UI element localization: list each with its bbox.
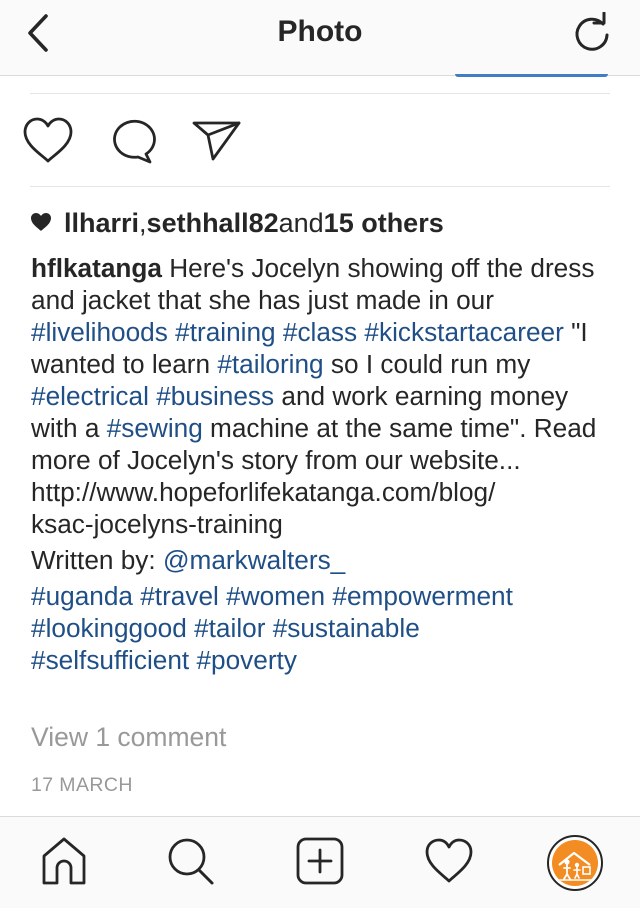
share-button[interactable] xyxy=(192,119,242,163)
written-by-line: Written by: @markwalters_ xyxy=(31,544,616,576)
hashtag[interactable]: #electrical xyxy=(31,381,149,411)
hashtag-line: #selfsufficient #poverty xyxy=(31,644,616,676)
caption-url: http://www.hopeforlifekatanga.com/blog/ xyxy=(31,477,496,507)
comment-button[interactable] xyxy=(107,118,157,164)
caption-text: so I could run my xyxy=(323,349,531,379)
refresh-icon xyxy=(575,11,609,51)
hashtag-line: #uganda #travel #women #empowerment xyxy=(31,580,616,612)
hashtag[interactable]: #lookinggood xyxy=(31,613,187,643)
tab-search[interactable] xyxy=(166,835,216,892)
home-icon xyxy=(42,837,86,885)
caption-url: ksac-jocelyns-training xyxy=(31,509,283,539)
hashtag[interactable]: #tailor xyxy=(194,613,265,643)
hashtag[interactable]: #kickstartacareer xyxy=(364,317,563,347)
liker-username[interactable]: sethhall82 xyxy=(147,208,279,239)
hashtag[interactable]: #women xyxy=(226,581,325,611)
hashtag[interactable]: #business xyxy=(156,381,274,411)
hashtag[interactable]: #tailoring xyxy=(217,349,323,379)
hashtag[interactable]: #travel xyxy=(140,581,219,611)
tab-new-post[interactable] xyxy=(295,835,345,892)
hashtag[interactable]: #training xyxy=(175,317,275,347)
caption-username[interactable]: hflkatanga xyxy=(31,253,162,283)
hashtag[interactable]: #empowerment xyxy=(332,581,513,611)
view-comments-link[interactable]: View 1 comment xyxy=(31,722,226,753)
tab-profile[interactable] xyxy=(547,835,603,891)
liker-username[interactable]: llharri xyxy=(64,208,139,239)
tab-activity[interactable] xyxy=(424,835,474,892)
hashtag[interactable]: #poverty xyxy=(196,645,296,675)
hashtag[interactable]: #selfsufficient xyxy=(31,645,189,675)
likes-separator: , xyxy=(139,207,147,238)
hashtag[interactable]: #class xyxy=(283,317,357,347)
mention-link[interactable]: @markwalters_ xyxy=(163,545,345,575)
likes-others-link[interactable]: 15 others xyxy=(324,208,444,239)
likes-and-text: and xyxy=(278,207,324,238)
post-caption: hflkatanga Here's Jocelyn showing off th… xyxy=(31,252,616,676)
refresh-button[interactable] xyxy=(570,11,614,56)
comment-bubble-icon xyxy=(113,119,156,164)
hashtag-block: #uganda #travel #women #empowerment #loo… xyxy=(31,580,616,676)
page-title: Photo xyxy=(277,15,363,48)
divider xyxy=(30,186,610,187)
hashtag[interactable]: #sewing xyxy=(107,413,203,443)
profile-avatar xyxy=(552,840,598,886)
hashtag[interactable]: #sustainable xyxy=(273,613,420,643)
button-edge xyxy=(455,74,608,77)
tab-home[interactable] xyxy=(40,835,88,892)
search-icon xyxy=(168,838,214,885)
heart-icon xyxy=(23,117,73,163)
hashtag[interactable]: #livelihoods xyxy=(31,317,168,347)
heart-icon xyxy=(425,838,473,883)
bottom-tab-bar xyxy=(0,816,640,908)
hashtag-line: #lookinggood #tailor #sustainable xyxy=(31,612,616,644)
add-post-icon xyxy=(296,837,344,885)
like-button[interactable] xyxy=(22,117,74,165)
heart-icon xyxy=(30,208,52,239)
likes-summary: llharri, sethhall82 and 15 others xyxy=(30,203,444,243)
paper-plane-icon xyxy=(192,121,241,161)
written-by-label: Written by: xyxy=(31,545,163,575)
top-navigation-bar: Photo xyxy=(0,0,640,77)
post-timestamp: 17 MARCH xyxy=(31,774,133,796)
divider xyxy=(30,93,610,94)
hashtag[interactable]: #uganda xyxy=(31,581,133,611)
